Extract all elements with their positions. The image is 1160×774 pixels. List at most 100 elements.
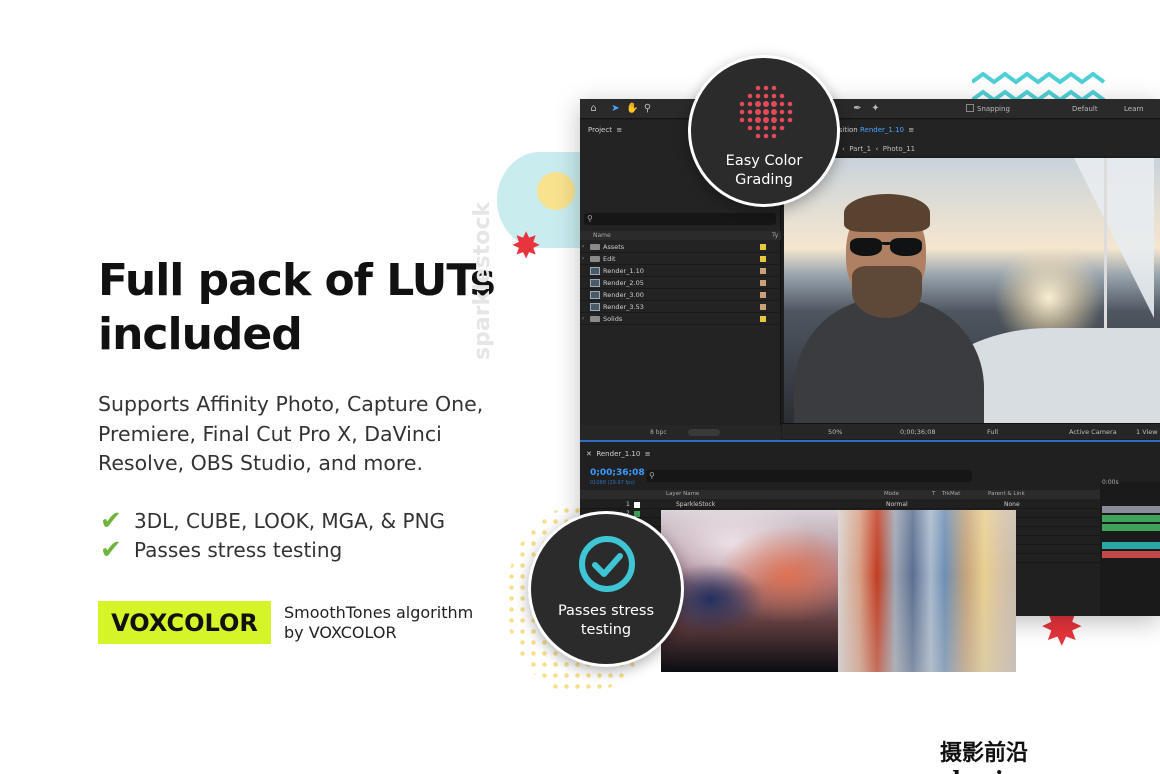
label-color-tag[interactable] — [760, 256, 766, 262]
pin-icon[interactable]: ✦ — [870, 103, 881, 114]
viewer-controls: 50% 0;00;36;08 Full Active Camera 1 View — [782, 423, 1160, 439]
workspace-learn[interactable]: Learn — [1124, 105, 1144, 113]
layer-mode-dropdown[interactable]: Normal — [886, 501, 908, 508]
project-search-input[interactable]: ⚲ — [584, 213, 776, 225]
supported-apps-text: Supports Affinity Photo, Capture One, Pr… — [98, 392, 484, 475]
layer-row[interactable]: 1 SparkleStock Normal None — [580, 500, 1100, 509]
grid-dot — [779, 117, 785, 123]
timeline-tab[interactable]: ✕ Render_1.10 ≡ — [586, 450, 651, 458]
label-color-tag[interactable] — [760, 304, 766, 310]
project-item[interactable]: Render_2.05 — [580, 277, 781, 289]
name-column[interactable]: Name — [593, 232, 611, 239]
folder-icon — [590, 244, 600, 250]
type-column[interactable]: Ty — [772, 232, 778, 239]
grid-dot — [755, 133, 761, 139]
grid-dot — [771, 85, 777, 91]
timeline-timecode[interactable]: 0;00;36;08 — [590, 468, 645, 478]
project-item[interactable]: Render_3.00 — [580, 289, 781, 301]
project-item-label: Render_3.53 — [603, 303, 644, 311]
grid-dot — [747, 125, 753, 131]
track-clip[interactable] — [1102, 542, 1160, 549]
project-item-label: Render_2.05 — [603, 279, 644, 287]
track-clip[interactable] — [1102, 515, 1160, 522]
timeline-fps: 01088 (29.97 fps) — [590, 480, 635, 486]
snapping-label: Snapping — [977, 105, 1010, 113]
project-item-label: Assets — [603, 243, 625, 251]
expand-arrow-icon[interactable]: › — [582, 315, 584, 322]
snapping-checkbox[interactable] — [966, 104, 974, 112]
layer-number: 1 — [626, 501, 630, 508]
feature-list: ✔ 3DL, CUBE, LOOK, MGA, & PNG ✔ Passes s… — [100, 506, 445, 564]
search-icon: ⚲ — [587, 214, 593, 223]
label-color-tag[interactable] — [760, 292, 766, 298]
timeline-tracks[interactable]: 0:00s — [1100, 479, 1160, 616]
zoom-dropdown[interactable]: 50% — [828, 428, 842, 436]
camera-dropdown[interactable]: Active Camera — [1069, 428, 1117, 436]
pen-icon[interactable]: ✒ — [852, 103, 863, 114]
t-column[interactable]: T — [932, 491, 935, 497]
grid-dot — [763, 109, 769, 115]
viewer-timecode[interactable]: 0;00;36;08 — [900, 428, 936, 436]
grid-dot — [779, 109, 785, 115]
grid-dot — [755, 101, 761, 107]
project-panel-title: Project ≡ — [588, 126, 623, 134]
decor-watermark: sparklestock — [470, 201, 495, 360]
stress-test-badge: Passes stress testing — [528, 511, 684, 667]
composition-icon — [590, 267, 600, 275]
layer-name-column[interactable]: Layer Name — [666, 491, 699, 497]
grid-dot — [763, 85, 769, 91]
hand-icon[interactable]: ✋ — [626, 103, 638, 114]
grid-dot — [755, 93, 761, 99]
label-color-tag[interactable] — [760, 268, 766, 274]
grid-dot — [771, 101, 777, 107]
project-scrollbar[interactable] — [688, 429, 720, 436]
pointer-icon[interactable]: ➤ — [610, 103, 621, 114]
grid-dot — [739, 109, 745, 115]
track-clip[interactable] — [1102, 506, 1160, 513]
project-item-label: Solids — [603, 315, 623, 323]
home-icon[interactable]: ⌂ — [588, 103, 599, 114]
breadcrumb-photo[interactable]: Photo_11 — [883, 145, 915, 153]
brand-desc-line: SmoothTones algorithm — [284, 603, 474, 622]
label-color-tag[interactable] — [760, 280, 766, 286]
project-item[interactable]: › Assets — [580, 241, 781, 253]
person-beard — [852, 266, 922, 318]
project-item[interactable]: Render_3.53 — [580, 301, 781, 313]
project-item[interactable]: Render_1.10 — [580, 265, 781, 277]
expand-arrow-icon[interactable]: › — [582, 243, 584, 250]
timeline-search-input[interactable]: ⚲ — [646, 470, 972, 482]
track-clip[interactable] — [1102, 524, 1160, 531]
mode-column[interactable]: Mode — [884, 491, 899, 497]
composition-tab[interactable]: position Render_1.10 ≡ — [830, 126, 914, 134]
grid-dot — [779, 125, 785, 131]
composition-viewer-photo[interactable] — [784, 158, 1160, 423]
grid-dot — [763, 133, 769, 139]
project-item[interactable]: › Solids — [580, 313, 781, 325]
site-watermark: 摄影前沿sheyingzyz.com — [940, 740, 1132, 774]
grid-dot — [763, 117, 769, 123]
zoom-icon[interactable]: ⚲ — [642, 103, 653, 114]
grid-dot — [763, 93, 769, 99]
quality-dropdown[interactable]: Full — [987, 428, 998, 436]
project-item-list: › Assets › Edit Render_1.10 Render_2.05 Render… — [580, 241, 781, 325]
layer-parent-dropdown[interactable]: None — [1004, 501, 1020, 508]
views-dropdown[interactable]: 1 View — [1136, 428, 1158, 436]
ruler-start: 0:00s — [1102, 479, 1119, 486]
track-clip[interactable] — [1102, 551, 1160, 558]
project-item[interactable]: › Edit — [580, 253, 781, 265]
parent-column[interactable]: Parent & Link — [988, 491, 1025, 497]
layer-color-chip[interactable] — [634, 502, 640, 508]
bit-depth-label[interactable]: 8 bpc — [650, 429, 667, 436]
expand-arrow-icon[interactable]: › — [582, 255, 584, 262]
breadcrumb: ‹ Part_1 ‹ Photo_11 — [842, 145, 916, 153]
grid-dot — [771, 125, 777, 131]
grid-dot — [747, 101, 753, 107]
breadcrumb-part[interactable]: Part_1 — [849, 145, 871, 153]
trkmat-column[interactable]: TrkMat — [942, 491, 960, 497]
grid-dot — [787, 101, 793, 107]
grid-dot — [755, 117, 761, 123]
workspace-default[interactable]: Default — [1072, 105, 1098, 113]
grid-dot — [771, 133, 777, 139]
label-color-tag[interactable] — [760, 244, 766, 250]
label-color-tag[interactable] — [760, 316, 766, 322]
